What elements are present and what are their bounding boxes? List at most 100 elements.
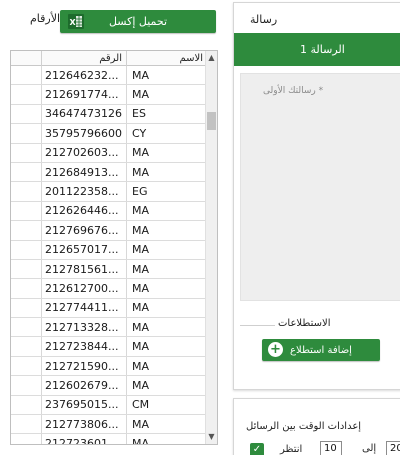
name-cell: MA (132, 417, 150, 431)
wait-from-input[interactable]: 10 (320, 441, 342, 455)
number-cell: 212773806... (42, 415, 127, 434)
table-row[interactable]: 212684913... MA (11, 162, 207, 183)
number-cell: 34647473126 (42, 104, 127, 124)
wait-checkbox[interactable]: ✓ (250, 443, 264, 455)
add-poll-button[interactable]: + إضافة استطلاع (262, 339, 380, 361)
table-body: 212646232... MA 212691774... MA 34647473126 E… (11, 66, 207, 445)
number-cell: 212657017... (42, 240, 127, 259)
download-excel-label: تحميل إكسل (108, 15, 168, 28)
table-scrollbar[interactable]: ▲ ▼ (205, 51, 217, 444)
row-select-cell[interactable] (11, 434, 42, 444)
add-poll-label: إضافة استطلاع (290, 344, 352, 356)
row-select-cell[interactable] (11, 318, 42, 337)
number-column-header[interactable]: الرقم (42, 51, 127, 66)
name-cell: ES (132, 107, 146, 121)
tab-message-1[interactable]: الرسالة 1 (234, 33, 400, 66)
number-cell: 212602679... (42, 376, 127, 395)
table-row[interactable]: 212774411... MA (11, 298, 207, 319)
number-cell: 212702603... (42, 143, 127, 162)
name-column-header[interactable]: الاسم (127, 51, 207, 66)
name-cell: MA (132, 301, 150, 315)
table-row[interactable]: 212713328... MA (11, 318, 207, 338)
row-select-cell[interactable] (11, 337, 42, 356)
timing-title: إعدادات الوقت بين الرسائل (246, 421, 362, 432)
row-select-cell[interactable] (11, 182, 42, 201)
name-cell: MA (132, 262, 150, 276)
name-cell: MA (132, 378, 150, 392)
name-cell: MA (132, 340, 150, 354)
table-row[interactable]: 212723601... MA (11, 434, 207, 445)
row-select-cell[interactable] (11, 85, 42, 104)
svg-text:X: X (70, 18, 77, 27)
scroll-down-icon[interactable]: ▼ (206, 431, 217, 443)
name-cell: MA (132, 88, 150, 102)
row-select-cell[interactable] (11, 356, 42, 376)
row-select-cell[interactable] (11, 162, 42, 182)
name-cell: MA (132, 243, 150, 257)
row-select-cell[interactable] (11, 66, 42, 85)
download-excel-button[interactable]: X تحميل إكسل (60, 10, 216, 33)
table-row[interactable]: 212626446... MA (11, 201, 207, 222)
wait-label: انتظر (280, 444, 303, 455)
table-row[interactable]: 212602679... MA (11, 376, 207, 396)
table-row[interactable]: 212721590... MA (11, 356, 207, 377)
table-row[interactable]: 212773806... MA (11, 415, 207, 435)
number-cell: 212774411... (42, 298, 127, 318)
select-column-header (11, 51, 42, 66)
number-cell: 212691774... (42, 85, 127, 104)
name-cell: CY (132, 126, 147, 140)
number-cell: 212723601... (42, 434, 127, 444)
name-cell: MA (132, 146, 150, 160)
table-row[interactable]: 212723844... MA (11, 337, 207, 357)
message-card: رسالة الرسالة 1 رسالتك الأولى * الاستطلا… (233, 2, 400, 390)
row-select-cell[interactable] (11, 259, 42, 279)
row-select-cell[interactable] (11, 104, 42, 124)
table-row[interactable]: 34647473126 ES (11, 104, 207, 125)
scroll-up-icon[interactable]: ▲ (206, 52, 217, 64)
row-select-cell[interactable] (11, 240, 42, 259)
table-row[interactable]: 212781561... MA (11, 259, 207, 280)
table-row[interactable]: 212702603... MA (11, 143, 207, 163)
scroll-thumb[interactable] (207, 112, 216, 130)
numbers-title: الأرقام (30, 12, 61, 25)
numbers-table[interactable]: الرقم الاسم 212646232... MA 212691774... MA… (10, 50, 218, 445)
table-row[interactable]: 237695015... CM (11, 395, 207, 416)
number-cell: 212721590... (42, 356, 127, 376)
number-cell: 212713328... (42, 318, 127, 337)
name-cell: MA (132, 223, 150, 237)
row-select-cell[interactable] (11, 298, 42, 318)
number-cell: 212781561... (42, 259, 127, 279)
number-cell: 212723844... (42, 337, 127, 356)
name-cell: MA (132, 359, 150, 373)
table-row[interactable]: 212612700... MA (11, 279, 207, 299)
number-cell: 212684913... (42, 162, 127, 182)
number-cell: 212646232... (42, 66, 127, 85)
row-select-cell[interactable] (11, 221, 42, 240)
timing-card: إعدادات الوقت بين الرسائل ✓ انتظر 10 إلى… (233, 398, 400, 455)
row-select-cell[interactable] (11, 124, 42, 143)
table-row[interactable]: 35795796600 CY (11, 124, 207, 144)
row-select-cell[interactable] (11, 279, 42, 298)
row-select-cell[interactable] (11, 376, 42, 395)
row-select-cell[interactable] (11, 201, 42, 221)
row-select-cell[interactable] (11, 143, 42, 162)
table-row[interactable]: 212657017... MA (11, 240, 207, 260)
table-row[interactable]: 212646232... MA (11, 66, 207, 86)
excel-icon: X (68, 14, 84, 29)
wait-to-input[interactable]: 20 (386, 441, 400, 455)
polls-divider (240, 325, 275, 326)
number-cell: 212612700... (42, 279, 127, 298)
table-row[interactable]: 212769676... MA (11, 221, 207, 241)
row-select-cell[interactable] (11, 395, 42, 415)
message-textarea[interactable]: رسالتك الأولى * (240, 73, 400, 301)
to-label: إلى (362, 443, 377, 454)
name-cell: CM (132, 398, 150, 412)
name-cell: MA (132, 204, 150, 218)
number-cell: 237695015... (42, 395, 127, 415)
name-cell: MA (132, 68, 150, 82)
table-row[interactable]: 212691774... MA (11, 85, 207, 105)
row-select-cell[interactable] (11, 415, 42, 434)
table-row[interactable]: 201122358... EG (11, 182, 207, 202)
name-cell: MA (132, 437, 150, 445)
name-cell: MA (132, 165, 150, 179)
